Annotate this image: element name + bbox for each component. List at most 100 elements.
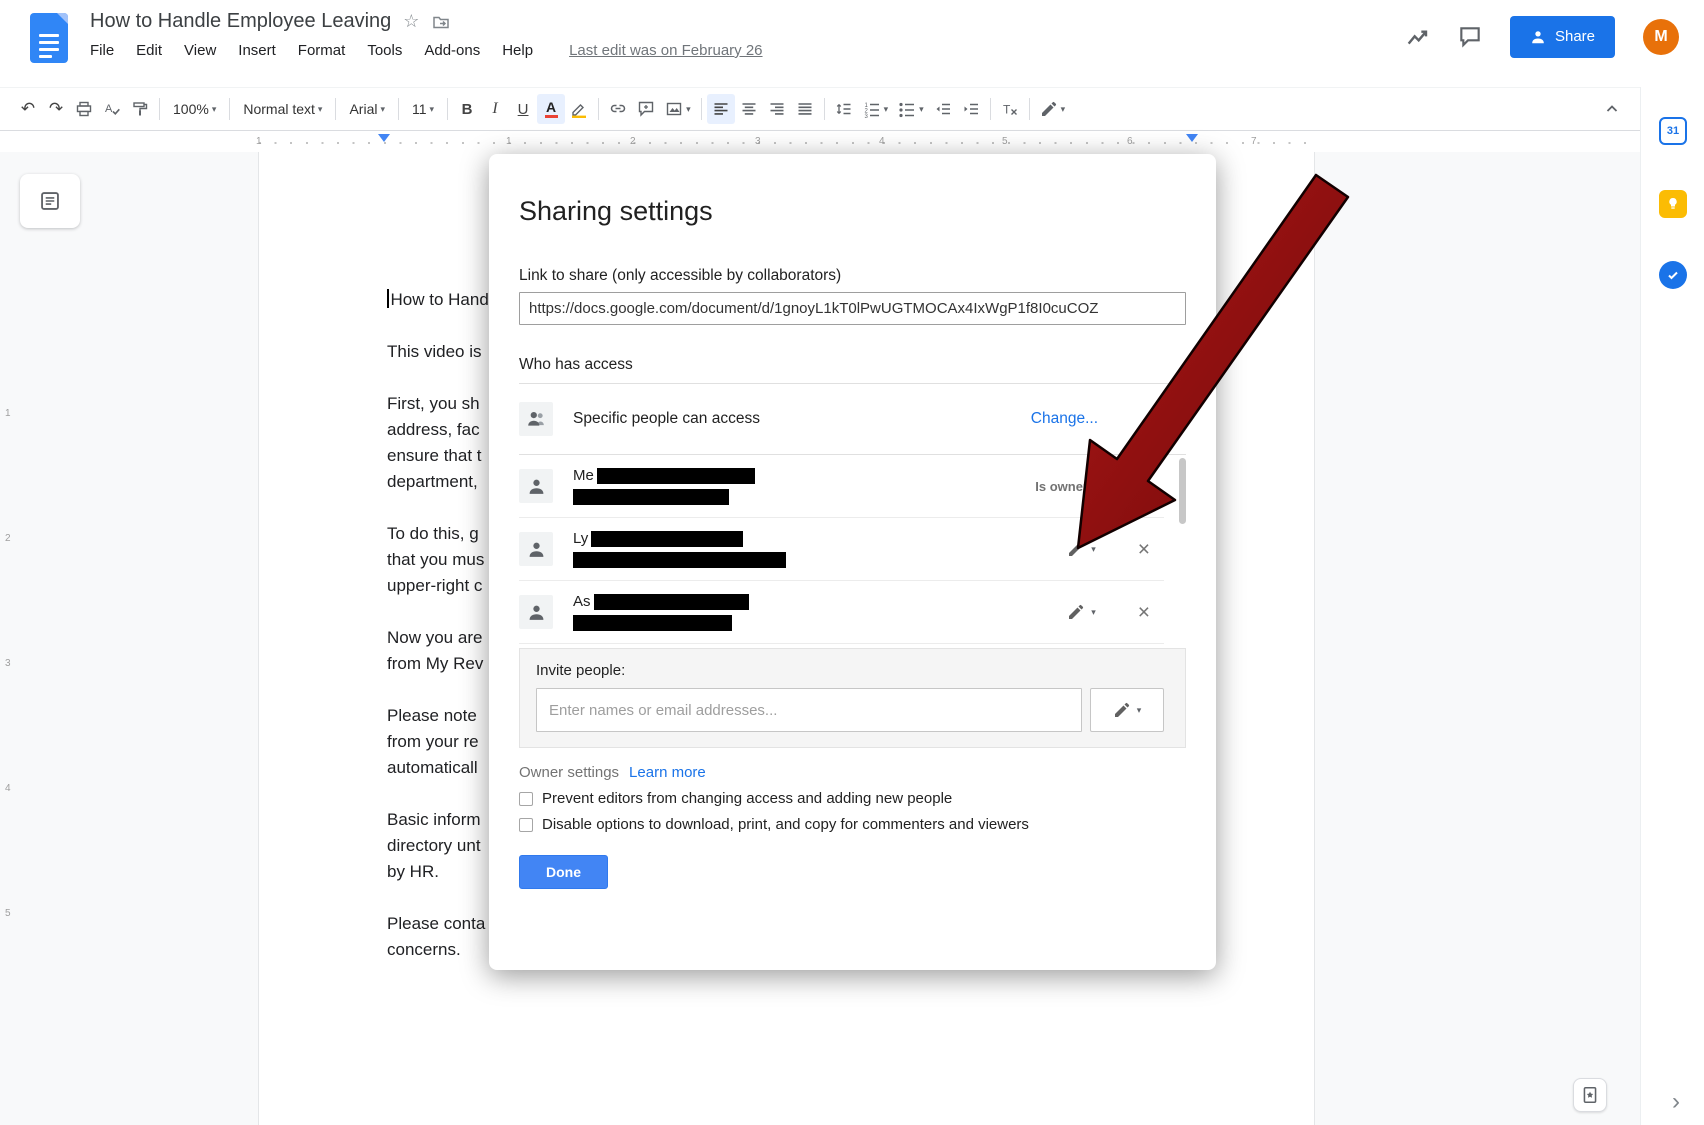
clear-formatting-button[interactable]: T <box>996 94 1024 124</box>
paint-format-button[interactable] <box>126 94 154 124</box>
ruler-number: 6 <box>1127 136 1133 147</box>
who-has-access-label: Who has access <box>519 355 1186 374</box>
left-indent-marker[interactable] <box>378 134 390 142</box>
collapse-toolbar-button[interactable] <box>1598 94 1626 124</box>
change-access-link[interactable]: Change... <box>1031 410 1098 428</box>
redo-button[interactable]: ↷ <box>42 94 70 124</box>
done-button[interactable]: Done <box>519 855 608 889</box>
ruler-number: 1 <box>506 136 512 147</box>
menu-insert[interactable]: Insert <box>238 42 276 59</box>
people-icon <box>519 402 553 436</box>
share-link-input[interactable] <box>519 292 1186 325</box>
ruler-number: 1 <box>256 136 262 147</box>
permission-dropdown-button[interactable]: ▾ <box>1067 603 1096 621</box>
collaborator-list: Me Is owner Ly ▾ × <box>519 455 1186 644</box>
invite-people-panel: Invite people: ▾ <box>519 648 1186 748</box>
indent-button[interactable] <box>957 94 985 124</box>
explore-button[interactable] <box>1573 1078 1607 1112</box>
bold-button[interactable]: B <box>453 94 481 124</box>
paragraph-style-select[interactable]: Normal text▾ <box>235 94 330 124</box>
activity-trend-icon[interactable] <box>1406 25 1430 49</box>
vruler-number: 3 <box>5 658 11 669</box>
learn-more-link[interactable]: Learn more <box>629 764 706 781</box>
line-spacing-button[interactable] <box>830 94 858 124</box>
editing-mode-button[interactable]: ▾ <box>1035 94 1071 124</box>
horizontal-ruler: 1 1 2 3 4 5 6 7 <box>0 132 1640 152</box>
outdent-button[interactable] <box>929 94 957 124</box>
permission-dropdown-button[interactable]: ▾ <box>1067 540 1096 558</box>
spellcheck-button[interactable]: A <box>98 94 126 124</box>
italic-button[interactable]: I <box>481 94 509 124</box>
font-size-select[interactable]: 11▾ <box>404 94 442 124</box>
redacted-text <box>591 531 743 547</box>
menu-addons[interactable]: Add-ons <box>424 42 480 59</box>
print-button[interactable] <box>70 94 98 124</box>
list-scrollbar[interactable] <box>1179 458 1186 524</box>
align-right-button[interactable] <box>763 94 791 124</box>
collaborator-row-owner: Me Is owner <box>519 455 1164 518</box>
disable-download-checkbox[interactable] <box>519 818 533 832</box>
align-justify-button[interactable] <box>791 94 819 124</box>
undo-button[interactable]: ↶ <box>14 94 42 124</box>
menu-view[interactable]: View <box>184 42 216 59</box>
invite-people-input[interactable] <box>536 688 1082 732</box>
account-avatar[interactable]: M <box>1643 19 1679 55</box>
menu-tools[interactable]: Tools <box>367 42 402 59</box>
remove-collaborator-button[interactable]: × <box>1138 602 1150 623</box>
access-summary-row: Specific people can access Change... <box>519 384 1186 454</box>
insert-image-button[interactable]: ▾ <box>660 94 696 124</box>
right-indent-marker[interactable] <box>1186 134 1198 142</box>
align-left-button[interactable] <box>707 94 735 124</box>
ruler-number: 7 <box>1251 136 1257 147</box>
toolbar-separator <box>335 98 336 120</box>
toolbar-separator <box>159 98 160 120</box>
numbered-list-button[interactable]: 123 ▾ <box>858 94 894 124</box>
document-title[interactable]: How to Handle Employee Leaving <box>90 10 391 33</box>
redacted-email <box>573 615 732 631</box>
owner-settings-row: Owner settings Learn more <box>519 764 1186 781</box>
svg-text:A: A <box>105 103 113 115</box>
underline-button[interactable]: U <box>509 94 537 124</box>
collaborator-row: As ▾ × <box>519 581 1164 644</box>
menu-format[interactable]: Format <box>298 42 346 59</box>
bulleted-list-button[interactable]: ▾ <box>893 94 929 124</box>
move-folder-icon[interactable] <box>431 13 451 31</box>
highlight-color-button[interactable] <box>565 94 593 124</box>
invite-permission-dropdown-button[interactable]: ▾ <box>1090 688 1164 732</box>
tasks-icon[interactable] <box>1659 261 1687 289</box>
redacted-text <box>597 468 755 484</box>
menu-file[interactable]: File <box>90 42 114 59</box>
comments-icon[interactable] <box>1458 25 1482 49</box>
person-icon <box>519 532 553 566</box>
keep-icon[interactable] <box>1659 190 1687 218</box>
ruler-number: 4 <box>879 136 885 147</box>
calendar-icon[interactable]: 31 <box>1659 117 1687 145</box>
hide-panel-chevron-icon[interactable]: › <box>1672 1088 1680 1116</box>
menu-edit[interactable]: Edit <box>136 42 162 59</box>
vruler-number: 1 <box>5 408 11 419</box>
redacted-email <box>573 552 786 568</box>
zoom-select[interactable]: 100%▾ <box>165 94 224 124</box>
app-header: How to Handle Employee Leaving ☆ File Ed… <box>0 0 1704 87</box>
add-comment-button[interactable] <box>632 94 660 124</box>
text-cursor <box>387 289 389 308</box>
last-edit-link[interactable]: Last edit was on February 26 <box>569 42 762 59</box>
insert-link-button[interactable] <box>604 94 632 124</box>
menu-help[interactable]: Help <box>502 42 533 59</box>
docs-logo[interactable] <box>30 13 68 63</box>
access-summary-label: Specific people can access <box>573 410 760 428</box>
remove-collaborator-button[interactable]: × <box>1138 539 1150 560</box>
share-label: Share <box>1555 28 1595 45</box>
prevent-editors-checkbox[interactable] <box>519 792 533 806</box>
share-button[interactable]: Share <box>1510 16 1615 58</box>
ruler-number: 2 <box>630 136 636 147</box>
checkbox-row: Disable options to download, print, and … <box>519 816 1186 833</box>
toolbar-separator <box>990 98 991 120</box>
font-select[interactable]: Arial▾ <box>341 94 393 124</box>
text-color-button[interactable]: A <box>537 94 565 124</box>
show-outline-button[interactable] <box>20 174 80 228</box>
person-icon <box>519 469 553 503</box>
star-icon[interactable]: ☆ <box>403 11 419 32</box>
align-center-button[interactable] <box>735 94 763 124</box>
toolbar-separator <box>598 98 599 120</box>
